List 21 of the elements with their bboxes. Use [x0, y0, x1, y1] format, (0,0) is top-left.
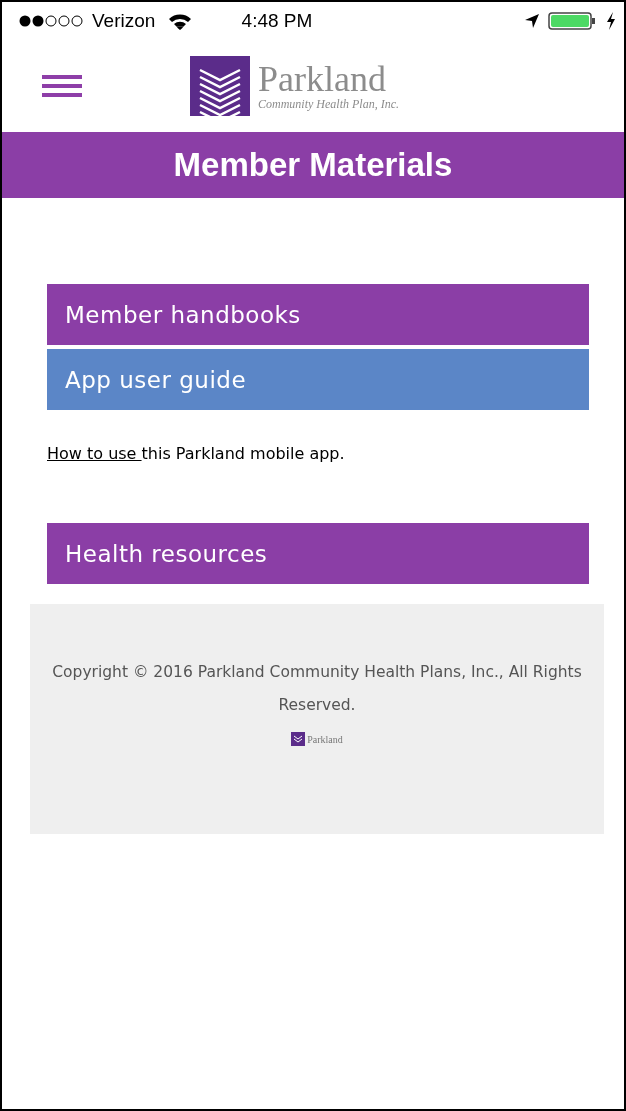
page-title: Member Materials — [2, 132, 624, 198]
section-header[interactable]: Health resources — [47, 523, 589, 584]
logo-name: Parkland — [307, 733, 343, 745]
menu-button[interactable] — [42, 74, 82, 98]
how-to-use-link[interactable]: How to use — [47, 444, 142, 463]
status-time: 4:48 PM — [241, 10, 313, 32]
location-arrow-icon — [524, 13, 540, 29]
logo-name: Parkland — [258, 60, 387, 97]
carrier-name: Verizon — [92, 10, 156, 32]
section-text: How to use this Parkland mobile app. — [47, 444, 346, 463]
wifi-icon — [167, 12, 194, 30]
copyright-text: Copyright © 2016 Parkland Community Health Plans, Inc., All Rights Reserved. — [51, 662, 583, 716]
menu-icon — [42, 74, 82, 98]
logo-mark-icon — [190, 56, 250, 116]
section-header[interactable]: App user guide — [47, 349, 589, 410]
logo-tagline: Community Health Plan, Inc. — [258, 96, 399, 112]
section-header[interactable]: Member handbooks — [47, 284, 589, 345]
logo-mark-icon — [291, 732, 306, 746]
battery-icon — [548, 11, 598, 31]
charging-icon — [606, 12, 616, 30]
signal-icon — [18, 14, 86, 28]
